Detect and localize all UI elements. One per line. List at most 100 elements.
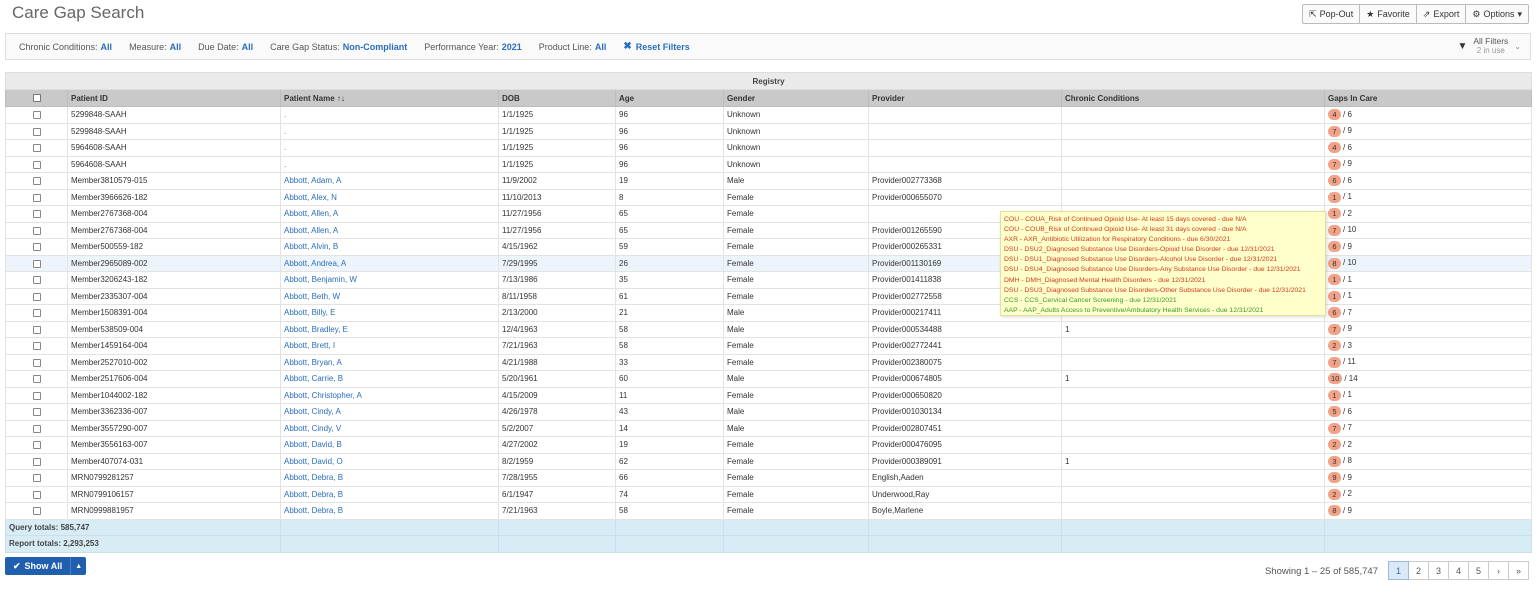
gaps-badge[interactable]: 1 (1328, 191, 1341, 203)
row-checkbox[interactable] (5, 403, 68, 421)
patient-name-link[interactable]: Abbott, Benjamin, W (280, 271, 499, 289)
row-checkbox[interactable] (5, 287, 68, 305)
table-row[interactable]: Member2517606-004 Abbott, Carrie, B 5/20/1… (5, 370, 1533, 388)
gaps-badge[interactable]: 7 (1328, 356, 1341, 368)
gaps-badge[interactable]: 10 (1328, 373, 1343, 385)
checkbox-box[interactable] (32, 226, 41, 235)
filter-item[interactable]: Care Gap Status: Non-Compliant (270, 42, 407, 52)
patient-name-link[interactable]: Abbott, Cindy, V (280, 419, 499, 437)
gaps-badge[interactable]: 7 (1328, 224, 1341, 236)
table-row[interactable]: Member3556163-007 Abbott, David, B 4/27/20… (5, 436, 1533, 454)
gaps-badge[interactable]: 1 (1328, 290, 1341, 302)
checkbox-box[interactable] (32, 474, 41, 483)
row-checkbox[interactable] (5, 469, 68, 487)
table-row[interactable]: Member538509-004 Abbott, Bradley, E 12/4/1… (5, 320, 1533, 338)
row-checkbox[interactable] (5, 304, 68, 322)
filter-value[interactable]: All (242, 42, 254, 52)
patient-name-link[interactable]: Abbott, Alex, N (280, 188, 499, 206)
checkbox-box[interactable] (32, 358, 41, 367)
page-button[interactable]: 4 (1448, 561, 1469, 580)
column-header[interactable]: Patient Name ↑↓ (280, 89, 499, 107)
gaps-badge[interactable]: 2 (1328, 340, 1341, 352)
patient-name-link[interactable]: Abbott, Debra, B (280, 502, 499, 520)
table-row[interactable]: Member2527010-002 Abbott, Bryan, A 4/21/19… (5, 353, 1533, 371)
patient-name-link[interactable]: Abbott, Carrie, B (280, 370, 499, 388)
table-row[interactable]: MRN0799106157 Abbott, Debra, B 6/1/1947 74 F… (5, 485, 1533, 503)
row-checkbox[interactable] (5, 254, 68, 272)
patient-name-link[interactable]: Abbott, David, B (280, 436, 499, 454)
row-checkbox[interactable] (5, 386, 68, 404)
checkbox-box[interactable] (32, 391, 41, 400)
row-checkbox[interactable] (5, 122, 68, 140)
gaps-badge[interactable]: 1 (1328, 208, 1341, 220)
checkbox-box[interactable] (32, 276, 41, 285)
checkbox-box[interactable] (32, 441, 41, 450)
patient-name-link[interactable]: Abbott, Allen, A (280, 205, 499, 223)
column-header[interactable]: Age (615, 89, 724, 107)
gaps-badge[interactable]: 6 (1328, 307, 1341, 319)
patient-name-link[interactable]: Abbott, Andrea, A (280, 254, 499, 272)
table-row[interactable]: Member3557290-007 Abbott, Cindy, V 5/2/200… (5, 419, 1533, 437)
checkbox-box[interactable] (32, 193, 41, 202)
gaps-badge[interactable]: 7 (1328, 323, 1341, 335)
checkbox-box[interactable] (32, 309, 41, 318)
show-all-dropdown-toggle[interactable]: ▲ (70, 557, 87, 575)
filter-item[interactable]: Product Line: All (539, 42, 607, 52)
row-checkbox[interactable] (5, 452, 68, 470)
all-filters-toggle[interactable]: ▼ All Filters 2 in use ⌄ (1457, 36, 1521, 56)
popout-button[interactable]: ⇱ Pop-Out (1302, 4, 1361, 24)
checkbox-box[interactable] (32, 111, 41, 120)
column-header[interactable]: DOB (498, 89, 616, 107)
gaps-badge[interactable]: 1 (1328, 389, 1341, 401)
row-checkbox[interactable] (5, 221, 68, 239)
gaps-badge[interactable]: 4 (1328, 142, 1341, 154)
show-all-button[interactable]: ✔ Show All (5, 557, 71, 575)
row-checkbox[interactable] (5, 436, 68, 454)
patient-name-link[interactable]: . (280, 155, 499, 173)
checkbox-box[interactable] (32, 325, 41, 334)
patient-name-link[interactable]: Abbott, Adam, A (280, 172, 499, 190)
page-button[interactable]: 2 (1408, 561, 1429, 580)
patient-name-link[interactable]: Abbott, Allen, A (280, 221, 499, 239)
reset-filters-link[interactable]: ✖ Reset Filters (623, 41, 689, 52)
row-checkbox[interactable] (5, 139, 68, 157)
patient-name-link[interactable]: Abbott, David, O (280, 452, 499, 470)
table-row[interactable]: Member3810579-015 Abbott, Adam, A 11/9/200… (5, 172, 1533, 190)
column-header[interactable]: Gaps In Care (1323, 89, 1533, 107)
patient-name-link[interactable]: Abbott, Cindy, A (280, 403, 499, 421)
column-header[interactable]: Patient ID (67, 89, 281, 107)
favorite-button[interactable]: ★ Favorite (1359, 4, 1417, 24)
table-row[interactable]: 5299848-SAAH. 1/1/1925 96 Unknown 4/ 6 (5, 106, 1533, 124)
gaps-badge[interactable]: 6 (1328, 175, 1341, 187)
gaps-badge[interactable]: 2 (1328, 488, 1341, 500)
patient-name-link[interactable]: Abbott, Brett, I (280, 337, 499, 355)
filter-item[interactable]: Measure: All (129, 42, 181, 52)
table-row[interactable]: Member3362336-007 Abbott, Cindy, A 4/26/19… (5, 403, 1533, 421)
patient-name-link[interactable]: Abbott, Beth, W (280, 287, 499, 305)
filter-value[interactable]: Non-Compliant (343, 42, 408, 52)
checkbox-box[interactable] (32, 507, 41, 516)
checkbox-box[interactable] (32, 144, 41, 153)
row-checkbox[interactable] (5, 155, 68, 173)
checkbox-box[interactable] (32, 127, 41, 136)
page-button[interactable]: 5 (1468, 561, 1489, 580)
gaps-badge[interactable]: 7 (1328, 125, 1341, 137)
table-row[interactable]: Member407074-031 Abbott, David, O 8/2/1959… (5, 452, 1533, 470)
filter-item[interactable]: Due Date: All (198, 42, 253, 52)
table-row[interactable]: Member3966626-182 Abbott, Alex, N 11/10/20… (5, 188, 1533, 206)
row-checkbox[interactable] (5, 485, 68, 503)
table-row[interactable]: MRN0799281257 Abbott, Debra, B 7/28/1955 66… (5, 469, 1533, 487)
filter-value[interactable]: All (170, 42, 182, 52)
filter-value[interactable]: 2021 (502, 42, 522, 52)
table-row[interactable]: Member1044002-182 Abbott, Christopher, A4… (5, 386, 1533, 404)
gaps-badge[interactable]: 7 (1328, 422, 1341, 434)
row-checkbox[interactable] (5, 370, 68, 388)
patient-name-link[interactable]: Abbott, Billy, E (280, 304, 499, 322)
patient-name-link[interactable]: . (280, 106, 499, 124)
row-checkbox[interactable] (5, 106, 68, 124)
checkbox-box[interactable] (32, 375, 41, 384)
table-row[interactable]: Member1459164-004 Abbott, Brett, I 7/21/19… (5, 337, 1533, 355)
checkbox-box[interactable] (32, 210, 41, 219)
column-header[interactable]: Provider (868, 89, 1062, 107)
patient-name-link[interactable]: . (280, 122, 499, 140)
